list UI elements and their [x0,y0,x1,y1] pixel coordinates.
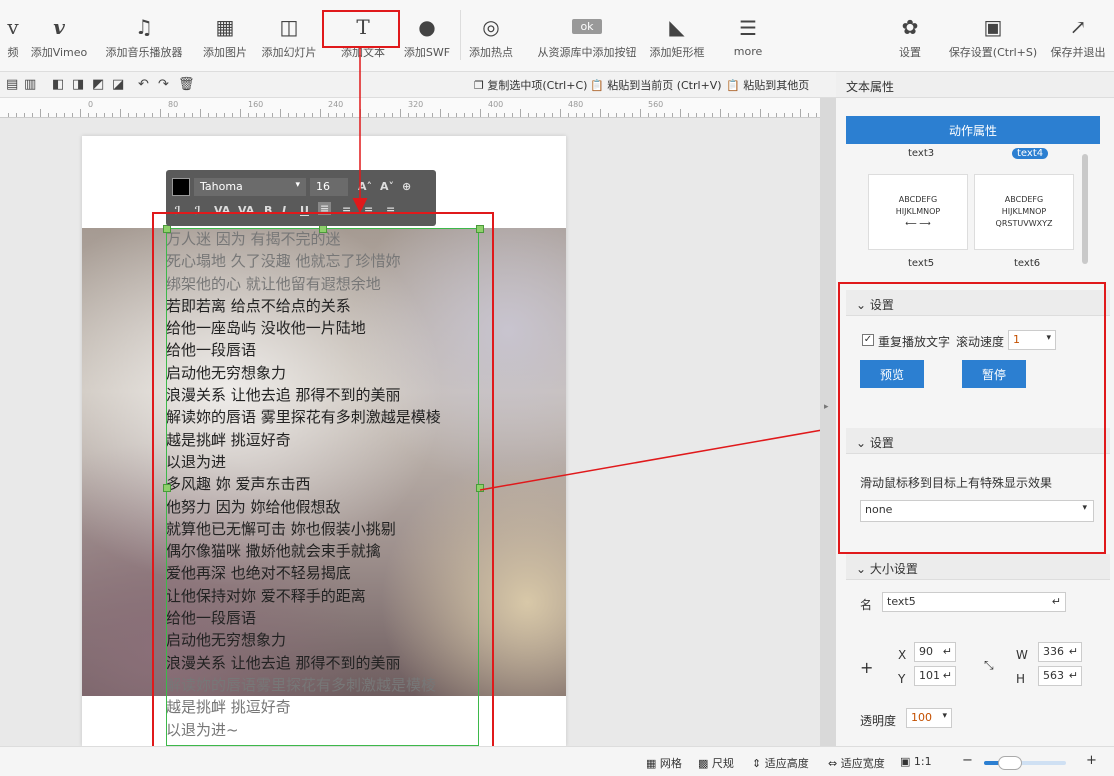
annotation-arrow-right [479,420,848,491]
enter-icon: ↵ [1068,669,1078,682]
text-effect-thumb[interactable]: ABCDEFG HIJKLMNOP ⟵ ⟶ [868,174,968,250]
w-value: 336 [1043,645,1064,658]
grid-icon: ▦ [646,757,660,770]
size-title: 大小设置 [869,562,918,576]
enter-icon: ↵ [1068,645,1078,658]
y-value: 101 [919,669,940,682]
size-section-header[interactable]: ⌄ 大小设置 [846,554,1110,580]
h-input[interactable]: 563 ↵ [1038,666,1082,686]
highlight-settings [838,282,1106,554]
ruler-toggle[interactable]: ▩ 尺规 [698,755,734,771]
actual-size-button[interactable]: ▣ 1:1 [900,755,932,768]
fit-height-icon: ⇕ [752,757,765,770]
thumb-label: text3 [908,148,935,159]
opacity-select[interactable]: 100 ▾ [906,708,952,728]
zoom-slider[interactable] [984,756,1066,770]
zoom-in-button[interactable]: + [1086,753,1097,768]
status-bar: ▦ 网格 ▩ 尺规 ⇕ 适应高度 ⇔ 适应宽度 ▣ 1:1 − + [0,746,1114,776]
thumb-preview-text: ABCDEFG HIJKLMNOP ⟵ ⟶ [895,195,941,228]
x-label: X [898,648,907,662]
ratio-label: 1:1 [913,755,932,768]
thumb-label: text5 [908,258,935,269]
name-label: 名 [860,598,873,612]
action-properties-label: 动作属性 [948,123,997,138]
move-icon: + [860,658,874,677]
thumb-preview-text: ABCDEFG HIJKLMNOP QRSTUVWXYZ [995,195,1053,228]
y-input[interactable]: 101 ↵ [914,666,956,686]
panel-collapse-bar[interactable]: ▸ [820,98,836,746]
fit-width-icon: ⇔ [828,757,841,770]
action-properties-button[interactable]: 动作属性 [846,116,1100,144]
collapse-arrow-icon[interactable]: ▸ [824,402,829,412]
ruler-label: 尺规 [711,757,734,770]
chevron-down-icon: ⌄ [856,562,870,576]
opacity-value: 100 [911,711,932,724]
panel-title-text: 文本属性 [846,80,895,94]
name-input[interactable]: text5 ↵ [882,592,1066,612]
panel-title: 文本属性 [836,72,1114,98]
h-label: H [1016,672,1026,686]
name-value: text5 [887,595,916,608]
x-input[interactable]: 90 ↵ [914,642,956,662]
grid-label: 网格 [659,757,682,770]
resize-icon: ⤡ [984,658,994,672]
w-label: W [1016,648,1028,662]
w-input[interactable]: 336 ↵ [1038,642,1082,662]
enter-icon: ↵ [942,645,952,658]
thumb-label: text6 [1014,258,1041,269]
thumb-scrollbar[interactable] [1082,154,1088,264]
fit-width-button[interactable]: ⇔ 适应宽度 [828,755,885,771]
fit-width-label: 适应宽度 [840,757,885,770]
thumb-label-selected: text4 [1012,148,1049,159]
x-value: 90 [919,645,933,658]
text-effect-thumb[interactable]: ABCDEFG HIJKLMNOP QRSTUVWXYZ [974,174,1074,250]
ruler-icon: ▩ [698,757,712,770]
one-to-one-icon: ▣ [900,755,914,768]
grid-toggle[interactable]: ▦ 网格 [646,755,682,771]
enter-icon: ↵ [942,669,952,682]
zoom-slider-thumb[interactable] [998,756,1022,770]
zoom-out-button[interactable]: − [962,753,973,768]
chevron-down-icon: ▾ [942,711,947,721]
fit-height-button[interactable]: ⇕ 适应高度 [752,755,809,771]
opacity-label: 透明度 [860,714,897,728]
y-label: Y [898,672,906,686]
h-value: 563 [1043,669,1064,682]
fit-height-label: 适应高度 [764,757,809,770]
enter-icon: ↵ [1051,595,1061,608]
